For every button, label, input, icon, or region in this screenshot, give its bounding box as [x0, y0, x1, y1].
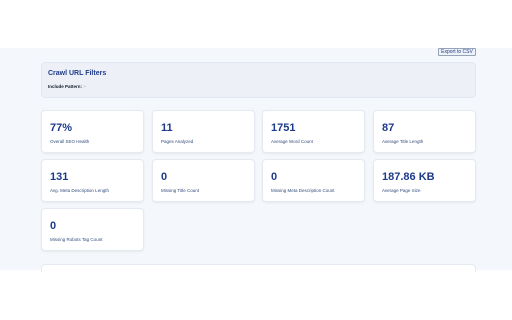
metric-value: 11 [161, 122, 173, 134]
metric-value: 1751 [271, 122, 296, 134]
include-pattern-row: Include Pattern: .* [48, 84, 86, 89]
metric-card-missing-robots-tag-count: 0 Missing Robots Tag Count [41, 208, 144, 251]
metric-label: Overall SEO Health [50, 139, 90, 144]
metric-value: 0 [50, 220, 57, 232]
metric-card-seo-health: 77% Overall SEO Health [41, 110, 144, 153]
metric-label: Average Title Length [382, 139, 424, 144]
metric-label: Missing Robots Tag Count [50, 237, 103, 242]
metric-card-average-page-size: 187.86 KB Average Page Size [373, 159, 476, 202]
metric-card-avg-meta-description-length: 131 Avg. Meta Description Length [41, 159, 144, 202]
metric-value: 87 [382, 122, 395, 134]
dashboard: Export to CSV Crawl URL Filters Include … [0, 48, 512, 272]
metric-card-missing-title-count: 0 Missing Title Count [152, 159, 255, 202]
filters-title: Crawl URL Filters [48, 70, 107, 77]
include-pattern-value: .* [83, 85, 86, 89]
metric-label: Missing Meta Description Count [271, 188, 335, 193]
metric-value: 77% [50, 122, 73, 134]
export-csv-button[interactable]: Export to CSV [438, 48, 476, 56]
bottom-panel [41, 264, 476, 272]
metric-card-pages-analyzed: 11 Pages Analyzed [152, 110, 255, 153]
metric-value: 0 [271, 171, 278, 183]
metric-card-missing-meta-description-count: 0 Missing Meta Description Count [262, 159, 365, 202]
metric-label: Average Page Size [382, 188, 421, 193]
metric-value: 187.86 KB [382, 171, 435, 183]
metric-value: 0 [161, 171, 168, 183]
crawl-url-filters-panel: Crawl URL Filters Include Pattern: .* [41, 62, 476, 98]
metric-label: Missing Title Count [161, 188, 200, 193]
metric-label: Pages Analyzed [161, 139, 194, 144]
metric-label: Average Word Count [271, 139, 313, 144]
metric-value: 131 [50, 171, 69, 183]
metric-card-average-word-count: 1751 Average Word Count [262, 110, 365, 153]
metric-label: Avg. Meta Description Length [50, 188, 109, 193]
metric-card-average-title-length: 87 Average Title Length [373, 110, 476, 153]
include-pattern-label: Include Pattern: [48, 84, 83, 89]
